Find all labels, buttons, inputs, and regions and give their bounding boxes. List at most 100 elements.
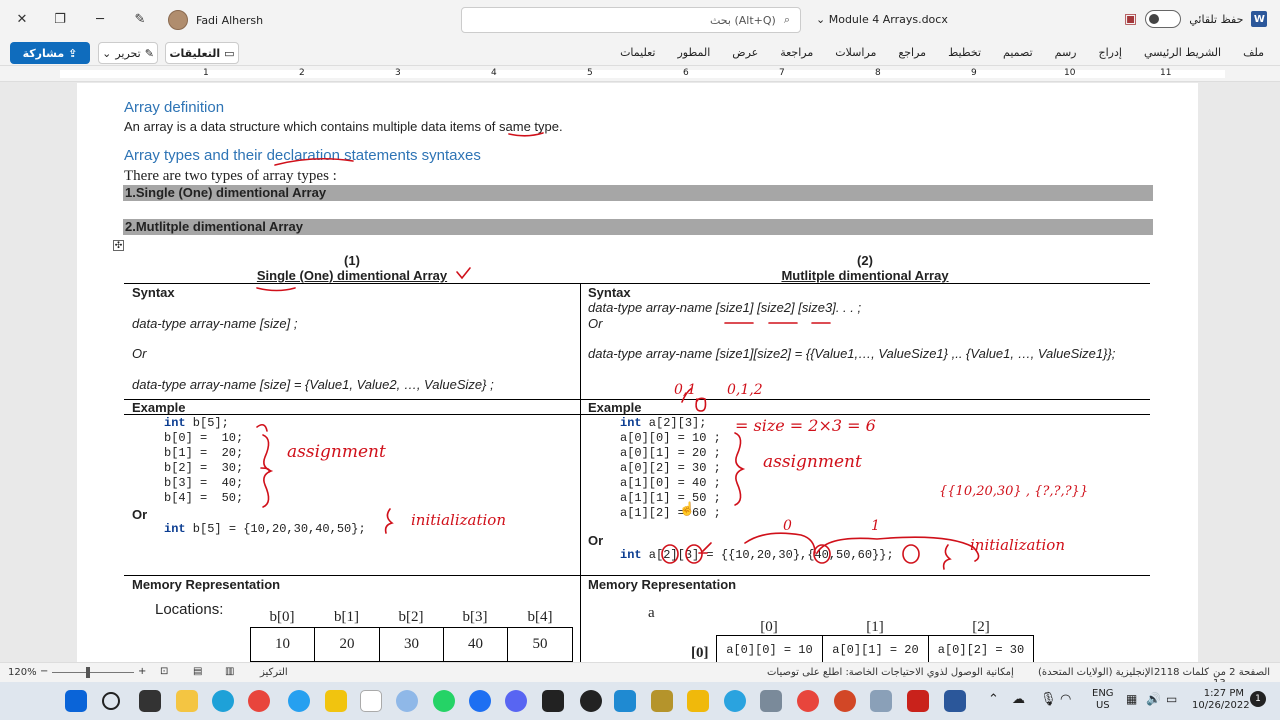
ink-group-1: 1	[871, 518, 880, 534]
network-icon[interactable]: ▦	[1126, 692, 1137, 706]
web-layout-icon[interactable]: ⊡	[160, 666, 168, 677]
share-button[interactable]: مشاركة ⇪	[10, 42, 90, 64]
search-icon[interactable]	[102, 692, 120, 710]
language-status[interactable]: الإنجليزية (الولايات المتحدة)	[1038, 667, 1153, 678]
close-icon[interactable]: ✕	[2, 12, 42, 27]
document-name[interactable]: ⌄ Module 4 Arrays.docx	[816, 13, 948, 26]
accessibility-status[interactable]: إمكانية الوصول لذوي الاحتياجات الخاصة: ا…	[767, 667, 1014, 678]
ink-initialization-left: initialization	[411, 511, 506, 529]
comments-button[interactable]: التعليقات ▭	[165, 42, 239, 64]
word-count[interactable]: 2118 كلمات	[1154, 667, 1209, 678]
word-app-icon: W	[1251, 11, 1268, 27]
battery-icon[interactable]: ▭	[1166, 692, 1177, 706]
tab-design[interactable]: تصميم	[1003, 46, 1033, 59]
restore-icon[interactable]: ❐	[40, 12, 80, 27]
mem-right-col-header: [0]	[760, 619, 778, 635]
mem-left-cell: 20	[314, 627, 380, 662]
print-layout-icon[interactable]: ▤	[193, 666, 202, 677]
file-icon[interactable]	[360, 690, 382, 712]
network-icon[interactable]	[760, 690, 782, 712]
windows-start-icon[interactable]	[65, 690, 87, 712]
document-name-label: Module 4 Arrays.docx	[828, 13, 948, 26]
discord-icon[interactable]	[505, 690, 527, 712]
section-bar-multiple: 2.Mutlitple dimentional Array	[123, 219, 1153, 235]
tab-layout[interactable]: تخطيط	[948, 46, 981, 59]
autosave-toggle[interactable]	[1145, 10, 1182, 28]
tab-review[interactable]: مراجعة	[780, 46, 813, 59]
telegram-icon[interactable]	[724, 690, 746, 712]
focus-mode[interactable]: التركيز	[260, 667, 288, 678]
volume-icon[interactable]: 🔊	[1146, 692, 1161, 706]
ink-size-note: = size = 2×3 = 6	[735, 416, 876, 435]
autosave-label: حفظ تلقائي	[1189, 12, 1244, 26]
app-c-icon[interactable]	[469, 690, 491, 712]
read-mode-icon[interactable]: ▥	[225, 666, 234, 677]
example-label-left: Example	[132, 400, 186, 415]
photos-icon[interactable]	[288, 690, 310, 712]
microphone-icon[interactable]: 🎙	[1040, 692, 1057, 707]
edge-icon[interactable]	[212, 690, 234, 712]
chevron-up-icon[interactable]: ⌃	[988, 692, 999, 707]
zoom-slider-thumb[interactable]	[86, 667, 90, 678]
pen-icon[interactable]: ✎	[120, 12, 160, 27]
tab-help[interactable]: تعليمات	[620, 46, 655, 59]
tab-insert[interactable]: إدراج	[1099, 46, 1122, 59]
onedrive-icon[interactable]: ☁	[1012, 692, 1025, 707]
zoom-level[interactable]: 120%	[8, 667, 37, 678]
powerpoint-icon[interactable]	[834, 690, 856, 712]
whatsapp-icon[interactable]	[433, 690, 455, 712]
mem-left-header: b[3]	[462, 609, 488, 625]
clock[interactable]: 1:27 PM 10/26/2022	[1192, 688, 1250, 712]
col2-number: (2)	[857, 253, 873, 268]
tab-draw[interactable]: رسم	[1055, 46, 1077, 59]
app-shield-icon[interactable]	[651, 690, 673, 712]
clock-time: 1:27 PM	[1203, 688, 1244, 699]
notification-badge[interactable]: 1	[1250, 691, 1266, 707]
table-move-handle[interactable]: ✣	[113, 240, 124, 251]
edit-mode-button[interactable]: ⌄ تحرير ✎	[98, 42, 158, 64]
language-indicator[interactable]: ENG US	[1092, 688, 1114, 712]
notes-icon[interactable]	[870, 690, 892, 712]
left-syntax-line: data-type array-name [size] = {Value1, V…	[132, 377, 494, 392]
search-box[interactable]: بحث (Alt+Q) ⌕	[461, 7, 801, 33]
zoom-in-icon[interactable]: +	[138, 666, 146, 677]
minimize-icon[interactable]: ─	[80, 12, 120, 27]
left-syntax-line: data-type array-name [size] ;	[132, 316, 298, 331]
cloud-icon[interactable]	[396, 690, 418, 712]
ruler-number: 6	[683, 68, 689, 78]
terminal-icon[interactable]	[542, 690, 564, 712]
wifi-icon[interactable]: ◠	[1060, 692, 1071, 707]
binance-icon[interactable]	[687, 690, 709, 712]
chrome-icon[interactable]	[248, 690, 270, 712]
ruler[interactable]: 1 2 3 4 5 6 7 8 9 10 11	[0, 66, 1280, 82]
title-bar: ✕ ❐ ─ ✎ Fadi Alhersh بحث (Alt+Q) ⌕ ⌄ Mod…	[0, 0, 1280, 40]
tab-home[interactable]: الشريط الرئيسي	[1144, 46, 1221, 59]
word-icon[interactable]	[944, 690, 966, 712]
pdf-icon[interactable]	[907, 690, 929, 712]
ruler-number: 1	[203, 68, 209, 78]
right-code-line: a[1][0] = 40 ;	[620, 476, 721, 490]
code-text: a[2][3];	[641, 416, 707, 430]
comments-label: التعليقات	[169, 46, 221, 60]
file-explorer-icon[interactable]	[176, 690, 198, 712]
github-icon[interactable]	[580, 690, 602, 712]
save-icon[interactable]: ▣	[1124, 11, 1137, 27]
tab-view[interactable]: عرض	[732, 46, 758, 59]
tab-references[interactable]: مراجع	[898, 46, 926, 59]
tab-file[interactable]: ملف	[1243, 46, 1264, 59]
vscode-icon[interactable]	[614, 690, 636, 712]
tab-developer[interactable]: المطور	[677, 46, 710, 59]
task-view-icon[interactable]	[139, 690, 161, 712]
document-page[interactable]: Array definition An array is a data stru…	[77, 83, 1198, 663]
right-code-line: a[1][2] = 60 ;	[620, 506, 721, 520]
app-icon[interactable]	[325, 690, 347, 712]
chrome-icon[interactable]	[797, 690, 819, 712]
autosave[interactable]: ▣ حفظ تلقائي W	[1124, 10, 1268, 28]
code-keyword: int	[620, 548, 642, 562]
zoom-slider[interactable]	[52, 667, 134, 678]
locations-label: Locations:	[155, 601, 224, 618]
tab-mailings[interactable]: مراسلات	[835, 46, 876, 59]
zoom-out-icon[interactable]: −	[40, 666, 48, 677]
user-name: Fadi Alhersh	[196, 13, 264, 27]
user-account[interactable]: Fadi Alhersh	[168, 10, 263, 30]
